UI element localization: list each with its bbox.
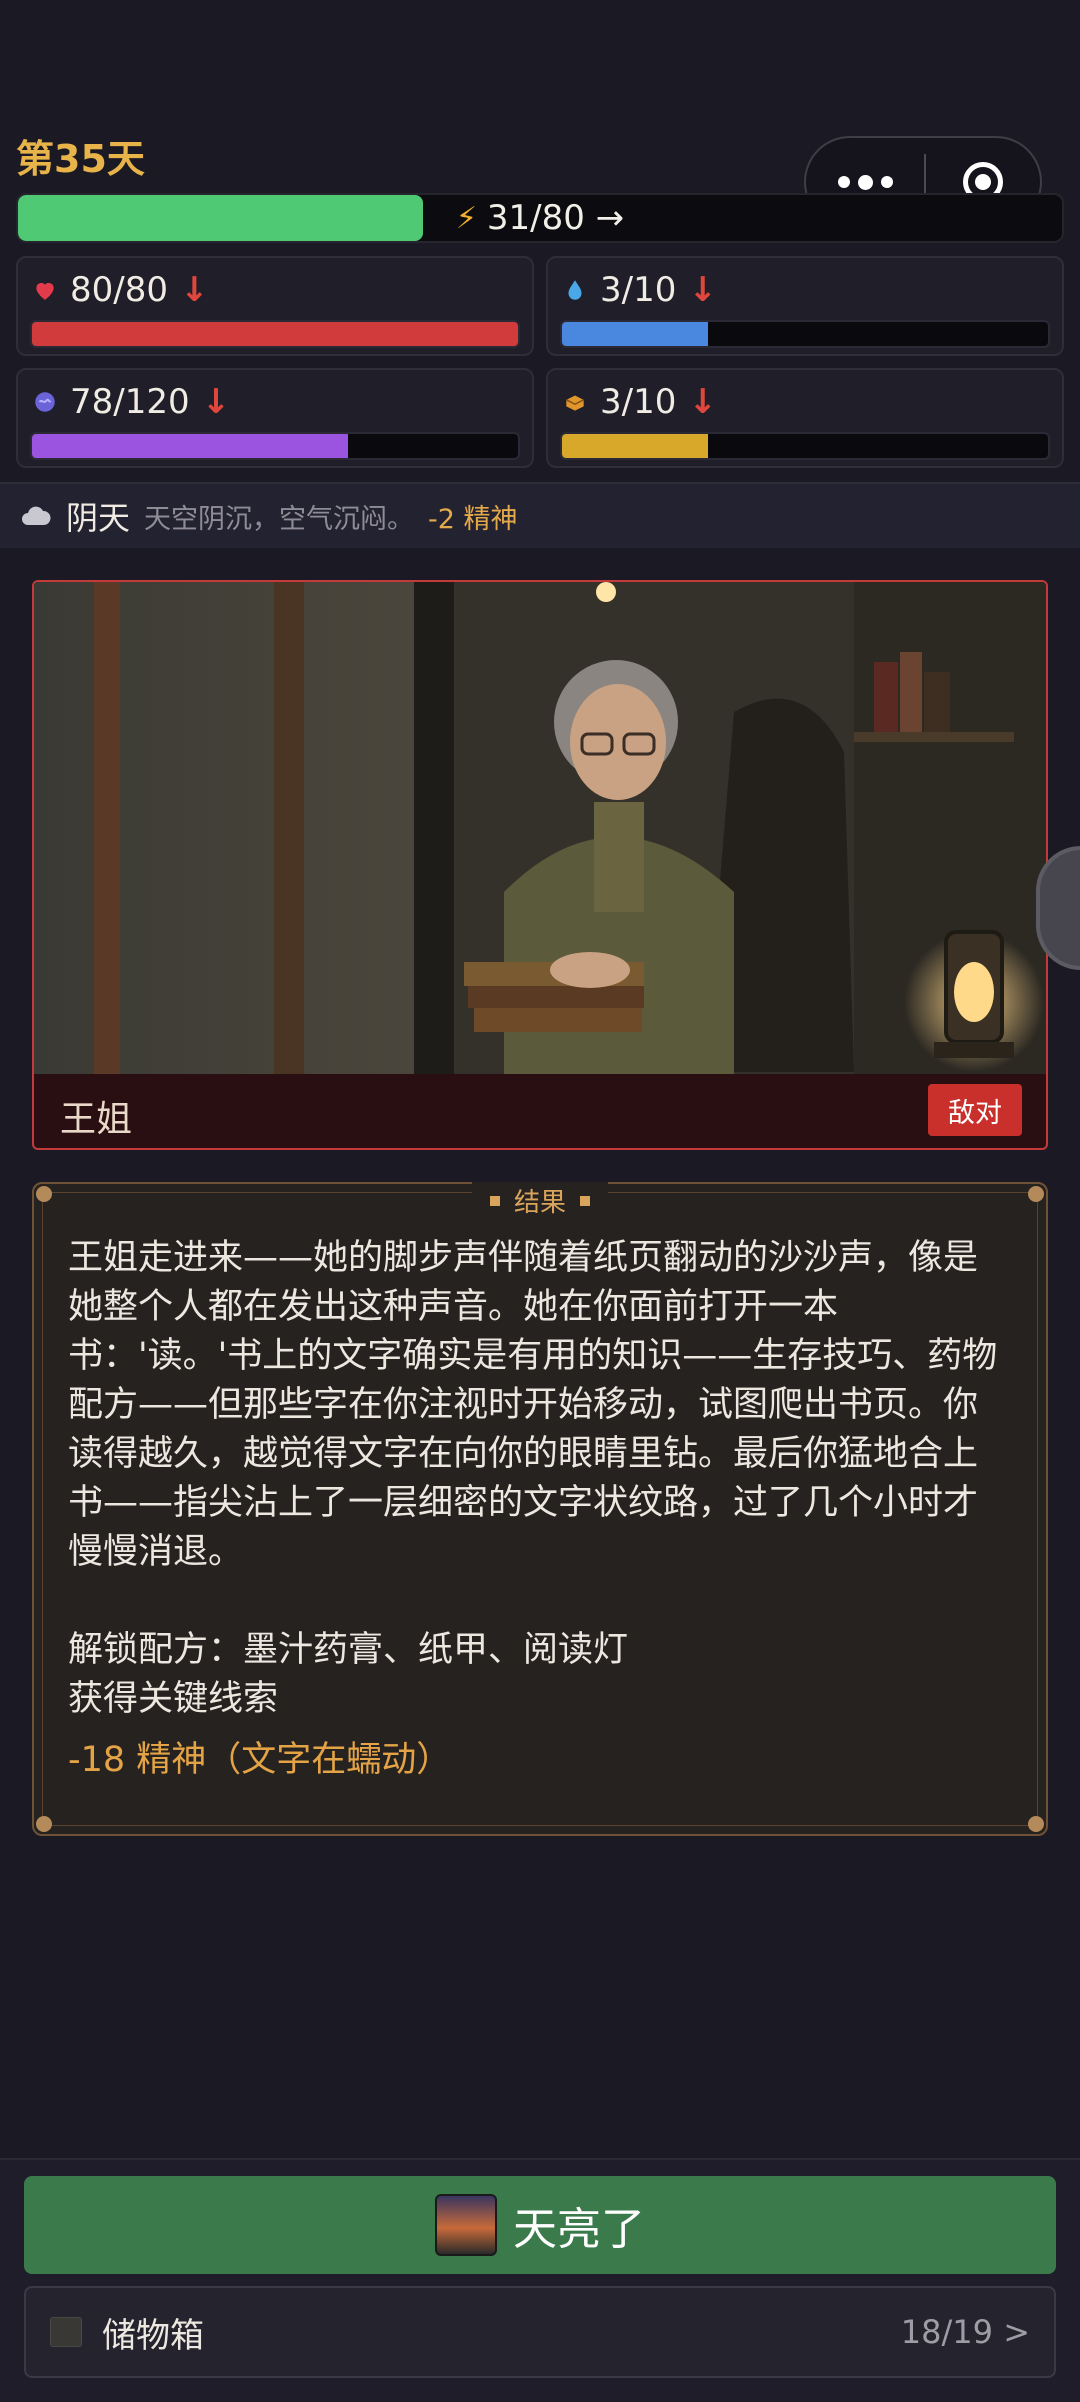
weather-desc: 天空阴沉，空气沉闷。 <box>144 503 415 535</box>
clue-gained: 获得关键线索 <box>68 1679 279 1719</box>
hostile-badge: 敌对 <box>928 1084 1022 1136</box>
health-value: 80/80 <box>70 270 168 310</box>
storage-label: 储物箱 <box>102 2315 204 2356</box>
water-stat: 3/10 ↓ <box>546 256 1064 356</box>
water-fill <box>562 322 708 346</box>
character-portrait <box>34 582 1046 1074</box>
health-fill <box>32 322 518 346</box>
water-trend: ↓ <box>688 270 717 310</box>
health-trend: ↓ <box>179 270 209 310</box>
result-panel: 结果 王姐走进来——她的脚步声伴随着纸页翻动的沙沙声，像是她整个人都在发出这种声… <box>32 1182 1048 1836</box>
food-fill <box>562 434 708 458</box>
result-paragraph: 王姐走进来——她的脚步声伴随着纸页翻动的沙沙声，像是她整个人都在发出这种声音。她… <box>68 1238 998 1572</box>
sunrise-icon <box>435 2194 497 2256</box>
food-value: 3/10 <box>600 382 677 422</box>
result-title: 结果 <box>513 1188 566 1218</box>
sanity-value: 78/120 <box>70 382 190 422</box>
character-card: 王姐 敌对 <box>32 580 1048 1150</box>
energy-bar: ⚡ 31/80 → <box>16 193 1064 243</box>
more-icon <box>837 176 850 188</box>
storage-button[interactable]: 储物箱 18/19 > <box>24 2286 1056 2378</box>
heart-icon <box>36 282 54 300</box>
sanity-fill <box>32 434 348 458</box>
weather-effect: -2 精神 <box>428 503 518 535</box>
food-icon <box>565 395 585 411</box>
weather-title: 阴天 <box>66 499 131 537</box>
food-trend: ↓ <box>688 382 717 422</box>
energy-value: 31/80 → <box>486 198 625 238</box>
sanity-trend: ↓ <box>201 382 231 422</box>
bottom-actions: 天亮了 储物箱 18/19 > <box>0 2158 1080 2402</box>
character-name: 王姐 <box>60 1099 133 1140</box>
water-value: 3/10 <box>600 270 677 310</box>
food-stat: 3/10 ↓ <box>546 368 1064 468</box>
storage-count: 18/19 > <box>900 2313 1030 2351</box>
unlock-recipes: 解锁配方：墨汁药膏、纸甲、阅读灯 <box>68 1630 629 1670</box>
lightning-icon: ⚡ <box>455 200 477 236</box>
water-drop-icon <box>568 280 582 300</box>
health-stat: 80/80 ↓ <box>16 256 534 356</box>
sanity-stat: 78/120 ↓ <box>16 368 534 468</box>
day-label: 第35天 <box>16 137 145 181</box>
cloud-icon <box>22 506 51 525</box>
box-icon <box>50 2317 82 2347</box>
sanity-penalty: -18 精神（文字在蠕动） <box>68 1740 452 1780</box>
result-body: 王姐走进来——她的脚步声伴随着纸页翻动的沙沙声，像是她整个人都在发出这种声音。她… <box>68 1234 1012 1785</box>
dawn-label: 天亮了 <box>513 2204 645 2255</box>
weather-bar: 阴天 天空阴沉，空气沉闷。 -2 精神 <box>0 482 1080 548</box>
brain-icon <box>35 392 55 412</box>
dawn-button[interactable]: 天亮了 <box>24 2176 1056 2274</box>
